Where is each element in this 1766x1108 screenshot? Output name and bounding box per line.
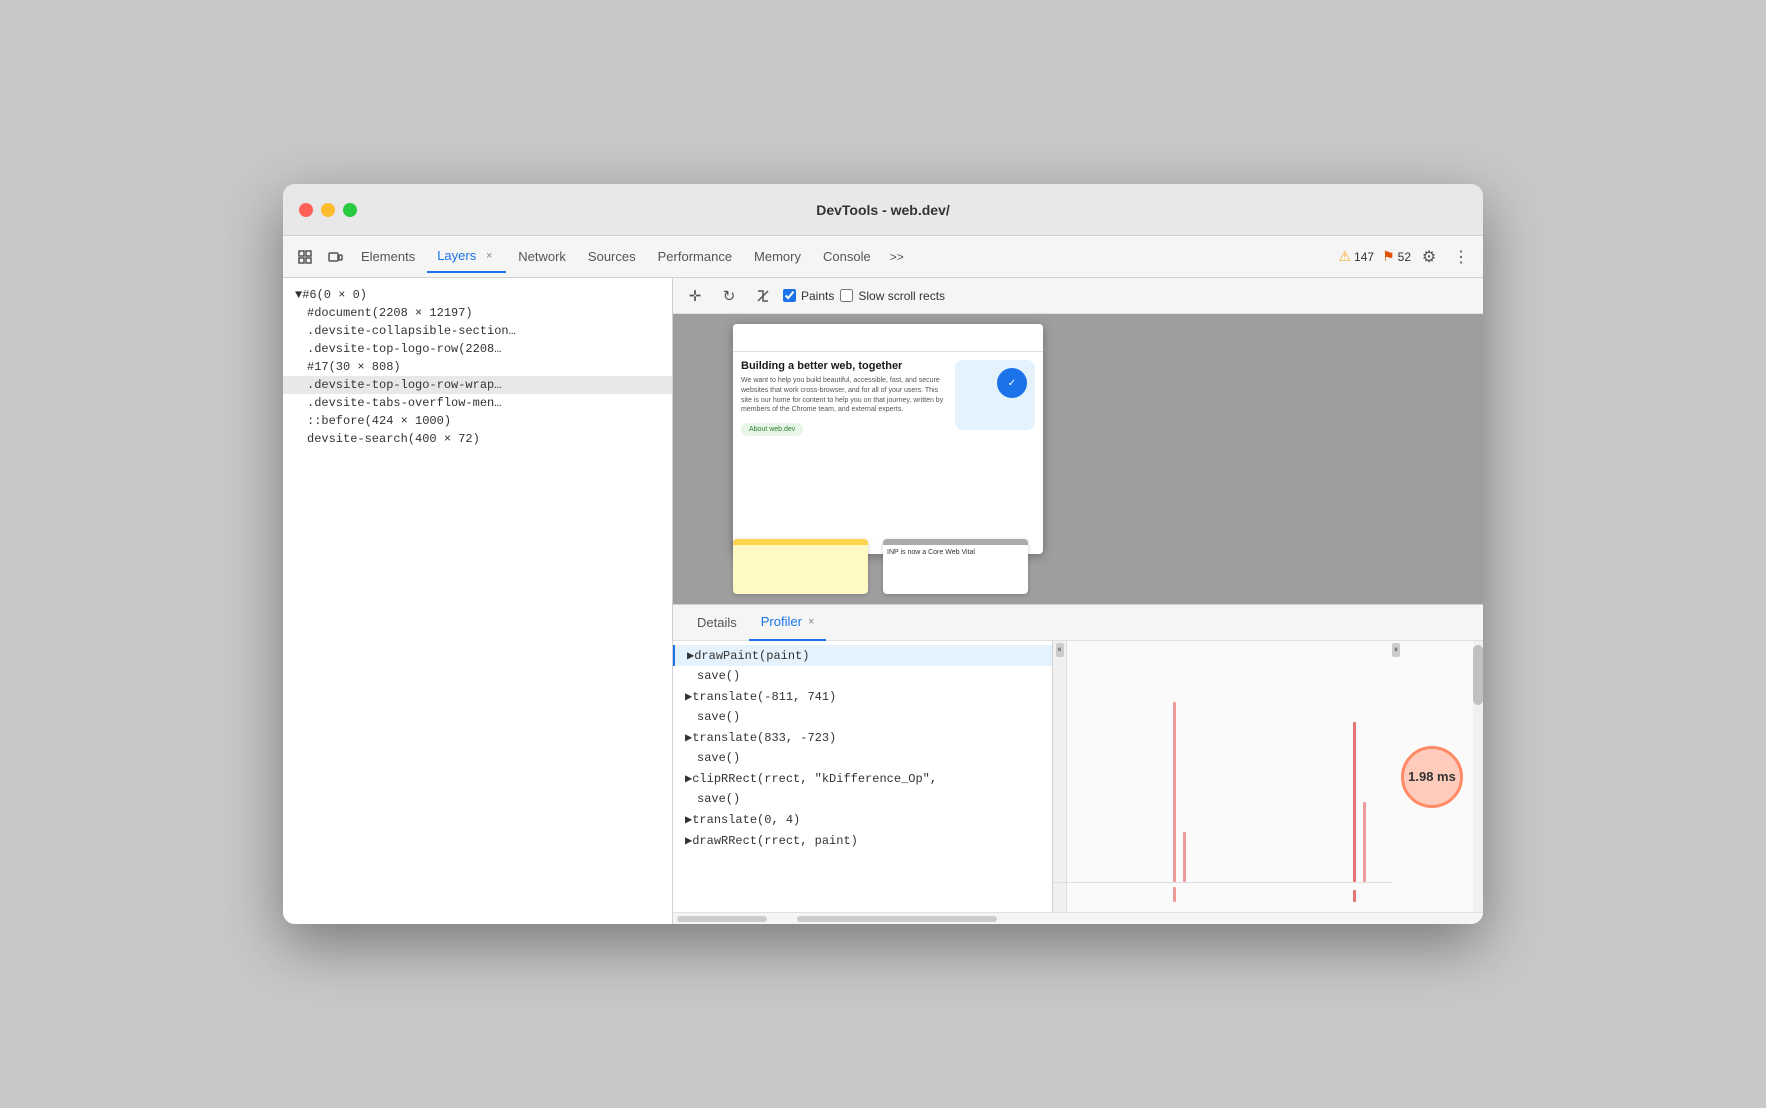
tab-performance[interactable]: Performance: [648, 241, 742, 273]
tab-bar-right: ⚠ 147 ⚑ 52 ⚙ ⋮: [1338, 243, 1475, 271]
element-picker-button[interactable]: [291, 243, 319, 271]
code-item[interactable]: ▶translate(0, 4): [673, 809, 1052, 830]
tab-network[interactable]: Network: [508, 241, 576, 273]
tab-elements[interactable]: Elements: [351, 241, 425, 273]
preview-headline: Building a better web, together: [741, 360, 947, 372]
slow-scroll-checkbox-label[interactable]: Slow scroll rects: [840, 289, 945, 303]
timeline-scrollbar-thumb[interactable]: [1473, 645, 1483, 705]
timeline-bar-small: [1353, 890, 1356, 902]
timeline-bar: [1173, 702, 1176, 882]
timeline-baseline: [1053, 882, 1393, 883]
paints-checkbox-label[interactable]: Paints: [783, 289, 834, 303]
list-item[interactable]: devsite-search(400 × 72): [283, 430, 672, 448]
warnings-badge[interactable]: ⚠ 147: [1338, 248, 1374, 265]
code-item[interactable]: ▶translate(-811, 741): [673, 686, 1052, 707]
list-item[interactable]: .devsite-collapsible-section…: [283, 322, 672, 340]
more-tabs-button[interactable]: >>: [883, 243, 911, 271]
profiler-tab-close[interactable]: ×: [808, 616, 814, 628]
preview-area: 🌐 web.dev Building a better web, togethe…: [673, 314, 1483, 604]
code-item[interactable]: save(): [673, 666, 1052, 686]
error-icon: ⚑: [1382, 248, 1395, 265]
layers-tree: ▼#6(0 × 0) #document(2208 × 12197) .devs…: [283, 278, 672, 924]
profiler-tabs: Details Profiler ×: [673, 605, 1483, 641]
preview-card-1: [733, 539, 868, 594]
reset-tool-button[interactable]: [749, 282, 777, 310]
tab-sources[interactable]: Sources: [578, 241, 646, 273]
preview-content: Building a better web, together We want …: [733, 352, 1043, 444]
tab-bar: Elements Layers × Network Sources Perfor…: [283, 236, 1483, 278]
window-title: DevTools - web.dev/: [816, 202, 950, 218]
code-item[interactable]: ▶translate(833, -723): [673, 727, 1052, 748]
more-options-button[interactable]: ⋮: [1447, 243, 1475, 271]
minimize-button[interactable]: [321, 203, 335, 217]
paints-checkbox[interactable]: [783, 289, 796, 302]
preview-subtext: We want to help you build beautiful, acc…: [741, 376, 947, 415]
list-item[interactable]: .devsite-top-logo-row(2208…: [283, 340, 672, 358]
devtools-window: DevTools - web.dev/ Elements Layers × N: [283, 184, 1483, 924]
timeline-bar-small: [1173, 887, 1176, 902]
warning-icon: ⚠: [1338, 248, 1351, 265]
list-item[interactable]: #17(30 × 808): [283, 358, 672, 376]
right-scroll-thumb[interactable]: [797, 916, 997, 922]
timeline-bar: [1363, 802, 1366, 882]
preview-card-2: INP is now a Core Web Vital: [883, 539, 1028, 594]
tab-memory[interactable]: Memory: [744, 241, 811, 273]
list-item[interactable]: ::before(424 × 1000): [283, 412, 672, 430]
left-scroll-thumb[interactable]: [677, 916, 767, 922]
code-item[interactable]: ▶drawPaint(paint): [673, 645, 1052, 666]
list-item[interactable]: #document(2208 × 12197): [283, 304, 672, 322]
list-item[interactable]: ▼#6(0 × 0): [283, 286, 672, 304]
slow-scroll-checkbox[interactable]: [840, 289, 853, 302]
timeline-bar: [1353, 722, 1356, 882]
code-item[interactable]: ▶clipRRect(rrect, "kDifference_Op",: [673, 768, 1052, 789]
errors-badge[interactable]: ⚑ 52: [1382, 248, 1411, 265]
layers-toolbar: ✛ ↻ Paints Slow scroll rects: [673, 278, 1483, 314]
timeline-bar: [1183, 832, 1186, 882]
maximize-button[interactable]: [343, 203, 357, 217]
window-controls: [299, 203, 357, 217]
tab-layers-close[interactable]: ×: [482, 249, 496, 263]
code-tree: ▶drawPaint(paint) save() ▶translate(-811…: [673, 641, 1053, 912]
bottom-scrollbar[interactable]: [673, 912, 1483, 924]
code-item[interactable]: save(): [673, 748, 1052, 768]
settings-button[interactable]: ⚙: [1415, 243, 1443, 271]
timeline-scrollbar-v[interactable]: [1473, 641, 1483, 912]
code-item[interactable]: save(): [673, 789, 1052, 809]
device-toolbar-button[interactable]: [321, 243, 349, 271]
pan-tool-button[interactable]: ✛: [681, 282, 709, 310]
preview-website: 🌐 web.dev Building a better web, togethe…: [733, 324, 1043, 554]
timeline-area: ⏸ ⏸: [1053, 641, 1483, 912]
code-item[interactable]: save(): [673, 707, 1052, 727]
tab-profiler[interactable]: Profiler ×: [749, 605, 827, 641]
profiler-content: ▶drawPaint(paint) save() ▶translate(-811…: [673, 641, 1483, 912]
ms-badge: 1.98 ms: [1401, 746, 1463, 808]
rotate-tool-button[interactable]: ↻: [715, 282, 743, 310]
layers-panel: ▼#6(0 × 0) #document(2208 × 12197) .devs…: [283, 278, 673, 924]
tab-layers[interactable]: Layers ×: [427, 241, 506, 273]
right-panel: ✛ ↻ Paints Slow scroll rects: [673, 278, 1483, 924]
title-bar: DevTools - web.dev/: [283, 184, 1483, 236]
list-item[interactable]: .devsite-top-logo-row-wrap…: [283, 376, 672, 394]
main-content: ▼#6(0 × 0) #document(2208 × 12197) .devs…: [283, 278, 1483, 924]
close-button[interactable]: [299, 203, 313, 217]
tab-console[interactable]: Console: [813, 241, 881, 273]
list-item[interactable]: .devsite-tabs-overflow-men…: [283, 394, 672, 412]
tab-details[interactable]: Details: [685, 605, 749, 641]
bottom-section: Details Profiler × ▶drawPaint(paint): [673, 604, 1483, 924]
code-item[interactable]: ▶drawRRect(rrect, paint): [673, 830, 1052, 851]
